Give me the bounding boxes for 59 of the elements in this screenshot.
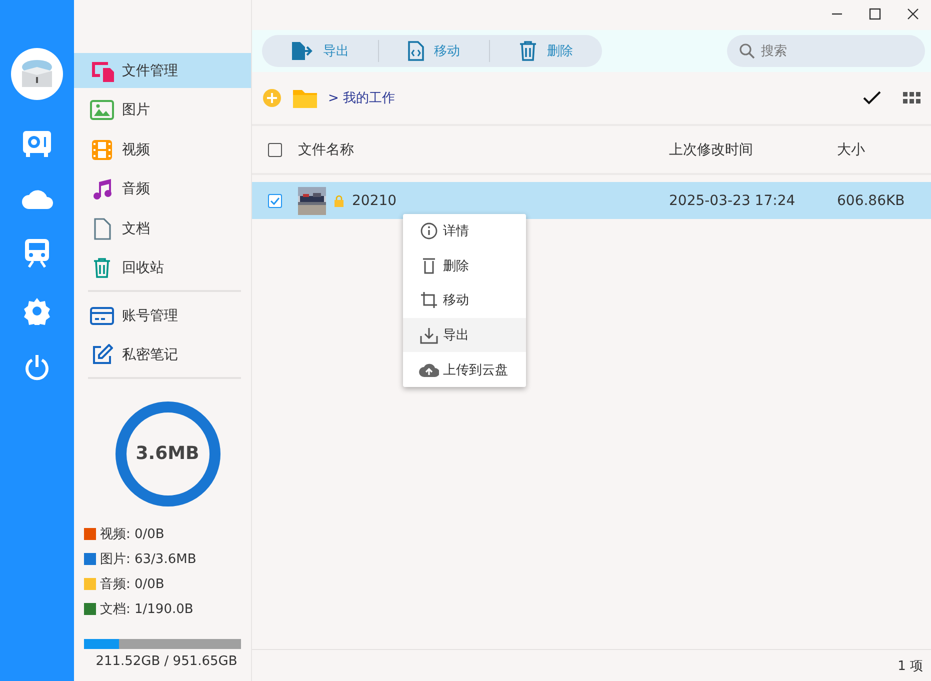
settings-icon[interactable] (23, 297, 51, 325)
search-field[interactable]: 搜索 (727, 35, 925, 67)
code-file-icon (408, 41, 424, 61)
maximize-icon[interactable] (869, 8, 881, 20)
legend-label: 文档: 1/190.0B (100, 600, 194, 618)
film-icon (92, 140, 112, 160)
file-name: 20210 (352, 192, 397, 208)
folder-icon[interactable] (292, 87, 318, 109)
power-icon[interactable] (24, 354, 50, 382)
lock-icon (334, 194, 344, 206)
trash-icon (519, 41, 537, 61)
download-icon (420, 326, 438, 344)
breadcrumb-link[interactable]: > 我的工作 (328, 89, 853, 107)
legend-label: 音频: 0/0B (100, 576, 164, 592)
menu-item[interactable]: 删除 (403, 248, 526, 284)
train-icon[interactable] (24, 238, 50, 268)
sidebar-item[interactable]: 回收站 (74, 250, 251, 286)
cloud-box-icon[interactable] (10, 47, 64, 101)
sidebar-item[interactable]: 文件管理 (74, 53, 251, 88)
image-icon (90, 100, 114, 120)
devices-icon (89, 60, 115, 82)
edit-icon (91, 344, 113, 366)
row-checkbox[interactable] (268, 194, 282, 208)
legend-label: 图片: 63/3.6MB (100, 550, 196, 568)
safe-icon[interactable] (22, 130, 52, 158)
column-header[interactable]: 大小 (837, 140, 931, 158)
menu-item[interactable]: 上传到云盘 (403, 352, 526, 387)
sidebar-item[interactable]: 音频 (74, 172, 251, 206)
legend-label: 视频: 0/0B (100, 526, 164, 542)
cloud-icon[interactable] (21, 187, 53, 209)
usage-total: 3.6MB (134, 443, 200, 464)
sidebar-item[interactable]: 私密笔记 (74, 338, 251, 372)
export-icon (291, 41, 313, 61)
column-header[interactable]: 上次修改时间 (669, 140, 837, 158)
add-icon[interactable] (262, 88, 282, 108)
crop-icon (420, 291, 438, 310)
sidebar-item[interactable]: 文档 (74, 211, 251, 246)
card-icon (90, 306, 114, 326)
trash-icon (422, 257, 436, 274)
select-all-checkbox[interactable] (268, 142, 282, 156)
sidebar-item[interactable]: 账号管理 (74, 298, 251, 333)
sidebar-item[interactable]: 视频 (74, 132, 251, 167)
file-row[interactable]: 20210 2025-03-23 17:24 606.86KB (252, 182, 931, 219)
check-icon[interactable] (863, 91, 881, 105)
close-icon[interactable] (907, 8, 919, 20)
file-size: 606.86KB (837, 192, 906, 208)
menu-item[interactable]: 导出 (403, 318, 526, 352)
storage-reading: 211.52GB / 951.65GB (94, 654, 238, 669)
cloud-upload-icon (419, 362, 439, 377)
modified-time: 2025-03-23 17:24 (669, 192, 796, 208)
document-icon (93, 218, 111, 240)
trash-icon (93, 257, 111, 279)
item-count: 1 项 (252, 649, 931, 681)
column-header[interactable]: 文件名称 (298, 140, 669, 158)
grid-view-icon[interactable] (903, 92, 921, 104)
info-icon (420, 222, 438, 240)
menu-item[interactable]: 移动 (403, 283, 526, 318)
music-note-icon (92, 178, 112, 200)
sidebar-item[interactable]: 图片 (74, 92, 251, 128)
